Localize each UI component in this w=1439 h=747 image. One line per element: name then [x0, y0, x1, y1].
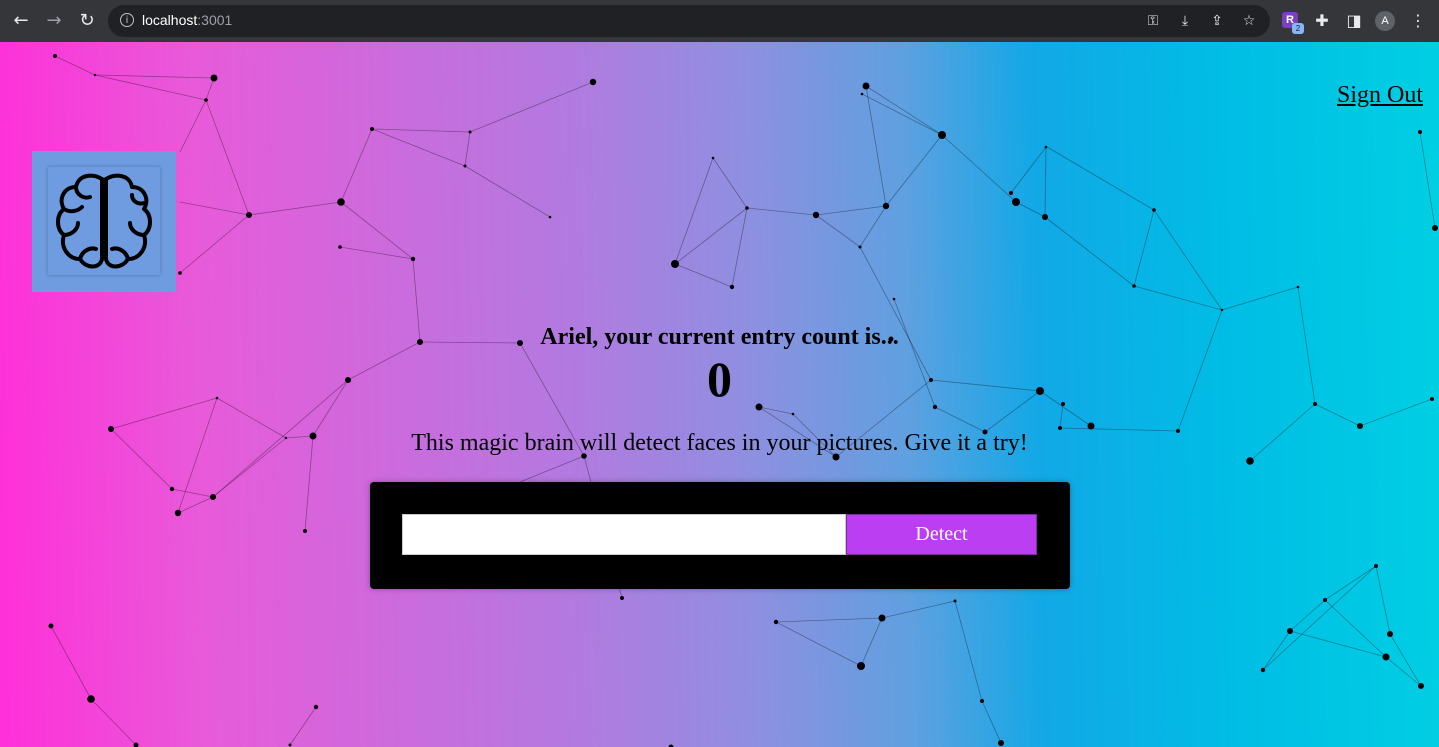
- instructions-text: This magic brain will detect faces in yo…: [411, 430, 1028, 456]
- browser-toolbar: ← → ↻ i localhost:3001 ⚿ ⤓ ⇪ ☆ R 2 ✚ ◨ A…: [0, 0, 1439, 42]
- forward-arrow-icon[interactable]: →: [42, 9, 66, 33]
- entry-count-message: Ariel, your current entry count is...: [540, 324, 899, 350]
- install-icon[interactable]: ⤓: [1176, 12, 1194, 30]
- logo-container: [32, 151, 176, 292]
- reload-icon[interactable]: ↻: [75, 9, 99, 33]
- site-info-icon[interactable]: i: [120, 13, 134, 27]
- kebab-menu-icon[interactable]: ⋮: [1407, 10, 1429, 32]
- entry-count-value: 0: [707, 351, 732, 407]
- share-icon[interactable]: ⇪: [1208, 12, 1226, 30]
- app-page: Sign Out Ariel, your current entry count…: [0, 42, 1439, 747]
- image-link-form: Detect: [370, 482, 1070, 589]
- bookmark-star-icon[interactable]: ☆: [1240, 12, 1258, 30]
- url-text: localhost:3001: [142, 12, 233, 28]
- logo-tilt-card: [48, 167, 160, 275]
- address-bar[interactable]: i localhost:3001 ⚿ ⤓ ⇪ ☆: [108, 5, 1270, 37]
- back-arrow-icon[interactable]: ←: [9, 9, 33, 33]
- sign-out-link[interactable]: Sign Out: [1337, 82, 1423, 109]
- puzzle-extensions-icon[interactable]: ✚: [1311, 10, 1333, 32]
- brain-icon: [56, 173, 152, 269]
- extension-count-badge: 2: [1292, 23, 1304, 34]
- profile-avatar[interactable]: A: [1375, 11, 1395, 31]
- key-icon[interactable]: ⚿: [1144, 12, 1162, 30]
- image-url-input[interactable]: [402, 514, 846, 555]
- detect-button[interactable]: Detect: [846, 514, 1037, 555]
- side-panel-icon[interactable]: ◨: [1343, 10, 1365, 32]
